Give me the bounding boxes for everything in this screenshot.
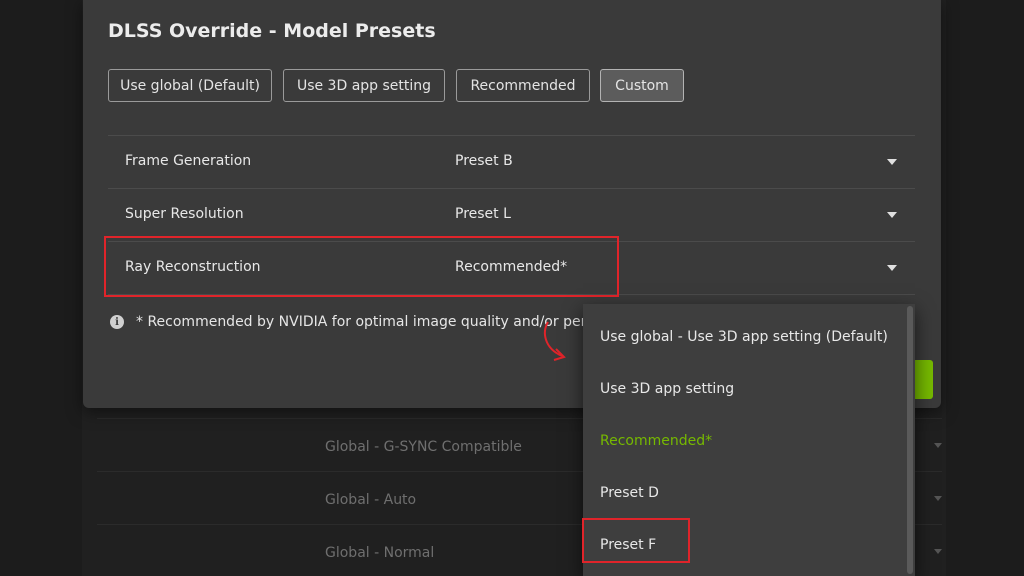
apply-button-edge[interactable] [912,360,933,399]
recommended-button[interactable]: Recommended [456,69,590,102]
setting-label: Super Resolution [125,206,244,222]
background-row-value: Global - Normal [325,545,435,561]
chevron-down-icon [934,496,942,501]
dropdown-option-use-global[interactable]: Use global - Use 3D app setting (Default… [583,311,903,363]
dialog-title: DLSS Override - Model Presets [108,20,436,42]
chevron-down-icon [934,549,942,554]
setting-value-dropdown[interactable]: Preset B [455,153,513,169]
use-global-default-button[interactable]: Use global (Default) [108,69,272,102]
dropdown-option-recommended[interactable]: Recommended* [583,415,903,467]
caret-down-icon[interactable] [887,265,897,271]
setting-row-super-resolution[interactable]: Super Resolution Preset L [108,188,915,241]
setting-value-dropdown[interactable]: Recommended* [455,259,567,275]
custom-button[interactable]: Custom [600,69,684,102]
caret-down-icon[interactable] [887,159,897,165]
dropdown-option-use-3d-app-setting[interactable]: Use 3D app setting [583,363,903,415]
screen: Global - G-SYNC Compatible Global - Auto… [0,0,1024,576]
dropdown-scrollbar[interactable] [907,306,913,574]
row-divider [108,294,915,295]
dropdown-option-preset-d[interactable]: Preset D [583,467,903,519]
setting-value-dropdown[interactable]: Preset L [455,206,511,222]
use-3d-app-setting-button[interactable]: Use 3D app setting [283,69,445,102]
setting-label: Ray Reconstruction [125,259,261,275]
footnote-text: * Recommended by NVIDIA for optimal imag… [136,314,587,330]
background-row-value: Global - Auto [325,492,417,508]
setting-label: Frame Generation [125,153,252,169]
info-icon: i [110,315,124,329]
footnote: i * Recommended by NVIDIA for optimal im… [110,314,586,330]
caret-down-icon[interactable] [887,212,897,218]
background-row-value: Global - G-SYNC Compatible [325,439,522,455]
setting-row-frame-generation[interactable]: Frame Generation Preset B [108,135,915,188]
setting-row-ray-reconstruction[interactable]: Ray Reconstruction Recommended* [108,241,915,294]
preset-dropdown-menu[interactable]: Use global - Use 3D app setting (Default… [583,304,915,576]
dropdown-option-preset-f[interactable]: Preset F [583,519,903,571]
annotation-arrow-icon [544,321,566,361]
chevron-down-icon [934,443,942,448]
